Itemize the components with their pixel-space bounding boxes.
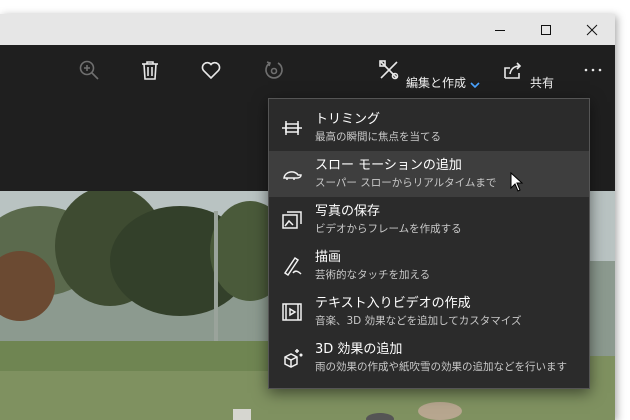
- edit-create-menu: トリミング 最高の瞬間に焦点を当てる スロー モーションの追加 スーパー スロー…: [268, 98, 590, 389]
- zoom-in-icon: [79, 60, 99, 80]
- zoom-button[interactable]: [76, 57, 102, 83]
- favorite-button[interactable]: [198, 57, 224, 83]
- menu-item-subtitle: 最高の瞬間に焦点を当てる: [315, 131, 441, 143]
- close-icon: [586, 24, 598, 35]
- menu-item-draw[interactable]: 描画 芸術的なタッチを加える: [269, 243, 589, 289]
- toolbar: 編集と作成 共有: [0, 45, 615, 95]
- heart-icon: [201, 61, 221, 80]
- mouse-cursor-icon: [510, 172, 524, 192]
- menu-item-title: テキスト入りビデオの作成: [315, 296, 471, 311]
- draw-icon: [281, 255, 303, 277]
- menu-item-text-video[interactable]: テキスト入りビデオの作成 音楽、3D 効果などを追加してカスタマイズ: [269, 289, 589, 335]
- rotate-button[interactable]: [261, 57, 287, 83]
- menu-item-slow-motion[interactable]: スロー モーションの追加 スーパー スローからリアルタイムまで: [269, 151, 589, 197]
- rotate-icon: [265, 61, 283, 79]
- title-bar: [0, 14, 615, 45]
- close-button[interactable]: [569, 14, 615, 45]
- edit-create-label[interactable]: 編集と作成: [406, 76, 466, 90]
- edit-create-button[interactable]: [376, 57, 402, 83]
- more-button[interactable]: [580, 57, 606, 83]
- menu-item-save-photo[interactable]: 写真の保存 ビデオからフレームを作成する: [269, 197, 589, 243]
- chevron-down-icon[interactable]: [470, 81, 480, 89]
- menu-item-subtitle: 芸術的なタッチを加える: [315, 269, 431, 281]
- menu-item-trim[interactable]: トリミング 最高の瞬間に焦点を当てる: [269, 105, 589, 151]
- maximize-button[interactable]: [523, 14, 569, 45]
- text-video-icon: [281, 301, 303, 323]
- menu-item-subtitle: 雨の効果の作成や紙吹雪の効果の追加などを行います: [315, 361, 567, 373]
- menu-item-subtitle: ビデオからフレームを作成する: [315, 223, 462, 235]
- edit-create-icon: [379, 60, 399, 80]
- more-icon: [584, 68, 602, 72]
- trim-icon: [281, 117, 303, 139]
- slow-motion-icon: [281, 163, 303, 185]
- share-label[interactable]: 共有: [530, 76, 554, 90]
- delete-button[interactable]: [137, 57, 163, 83]
- menu-item-title: 描画: [315, 250, 342, 265]
- trash-icon: [142, 61, 158, 80]
- menu-item-3d-effects[interactable]: 3D 効果の追加 雨の効果の作成や紙吹雪の効果の追加などを行います: [269, 335, 589, 381]
- minimize-icon: [495, 29, 505, 31]
- share-icon: [504, 62, 522, 79]
- menu-item-subtitle: 音楽、3D 効果などを追加してカスタマイズ: [315, 315, 522, 327]
- menu-item-title: 3D 効果の追加: [315, 342, 403, 357]
- 3d-effects-icon: [281, 347, 303, 369]
- menu-item-title: トリミング: [315, 112, 381, 127]
- menu-item-title: スロー モーションの追加: [315, 158, 462, 173]
- minimize-button[interactable]: [477, 14, 523, 45]
- menu-item-subtitle: スーパー スローからリアルタイムまで: [315, 177, 497, 189]
- save-photo-icon: [281, 209, 303, 231]
- share-button[interactable]: [500, 57, 526, 83]
- maximize-icon: [541, 24, 551, 35]
- menu-item-title: 写真の保存: [315, 204, 381, 219]
